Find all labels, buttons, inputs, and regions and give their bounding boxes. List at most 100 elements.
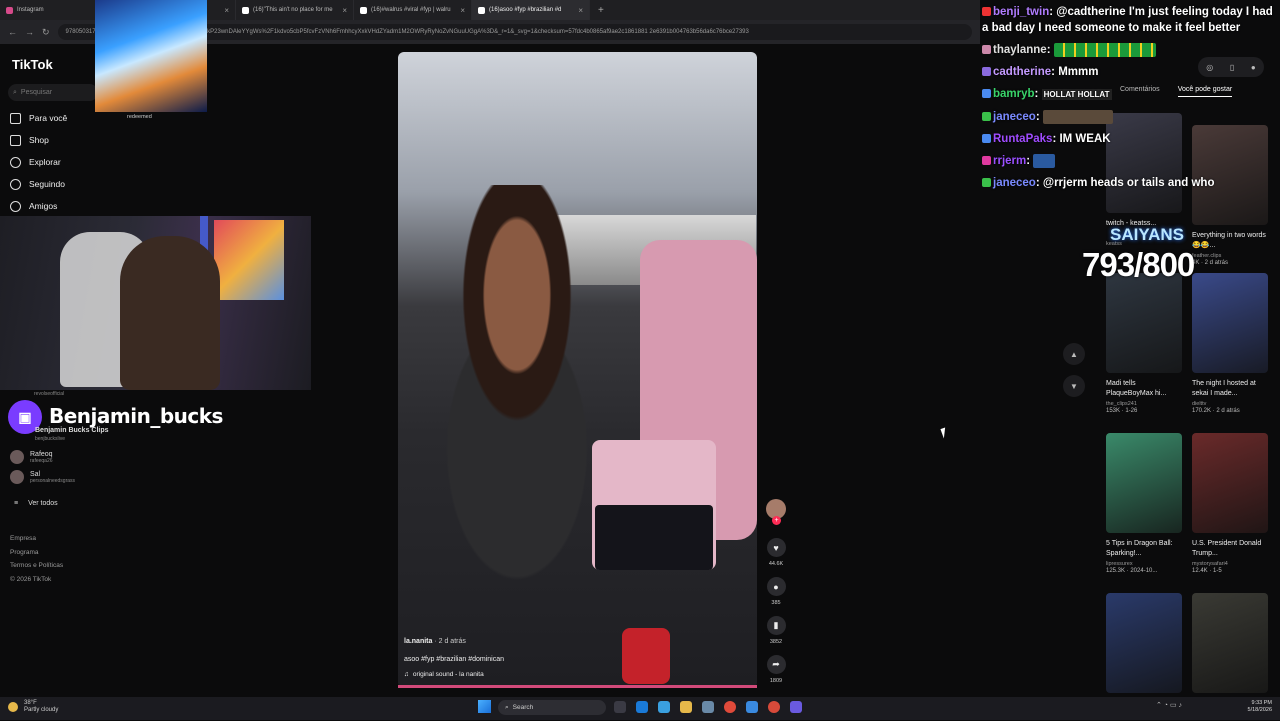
steam-icon[interactable]: [746, 701, 758, 713]
back-icon[interactable]: ←: [8, 27, 17, 37]
close-icon[interactable]: ×: [342, 6, 347, 15]
see-all-link[interactable]: ≡ Ver todos: [14, 500, 58, 507]
video-card[interactable]: 5 Tips in Dragon Ball: Sparking!... lipre…: [1106, 433, 1182, 574]
chevron-down-icon: ▼: [1070, 381, 1078, 391]
browser-tab[interactable]: (16)#walrus #viral #fyp | walru ×: [354, 0, 472, 20]
streamer-name: Benjamin_bucks: [49, 404, 223, 428]
task-view-icon[interactable]: [614, 701, 626, 713]
browser-tab-active[interactable]: (16)asoo #fyp #brazilian #d ×: [472, 0, 590, 20]
previous-video-button[interactable]: ▲: [1063, 343, 1085, 365]
nav-item-following[interactable]: Seguindo: [10, 175, 65, 193]
video-card-title: 5 Tips in Dragon Ball: Sparking!...: [1106, 540, 1173, 557]
badge-icon: [982, 134, 991, 144]
video-card-stats: 170.2K · 2 d atrás: [1192, 408, 1240, 414]
nav-item-friends[interactable]: Amigos: [10, 197, 57, 215]
browser-icon[interactable]: [658, 701, 670, 713]
video-thumbnail[interactable]: [1192, 273, 1268, 373]
following-account[interactable]: Sal personalneedsgrass: [10, 470, 75, 484]
video-thumbnail[interactable]: [1106, 273, 1182, 373]
chat-message: janeceo:: [982, 109, 1280, 125]
footer-link[interactable]: Programa: [10, 546, 63, 560]
search-input[interactable]: ⌕ Pesquisar: [8, 84, 98, 101]
video-thumbnail[interactable]: [1106, 593, 1182, 693]
chat-message: bamryb: HOLLAT HOLLAT: [982, 86, 1280, 103]
save-count: 3852: [769, 639, 783, 645]
taskbar-search[interactable]: ⌕ Search: [498, 700, 606, 715]
clock[interactable]: 9:33 PM 5/18/2026: [1236, 700, 1272, 714]
video-thumbnail[interactable]: [1192, 433, 1268, 533]
tiktok-icon: [478, 6, 485, 14]
video-thumbnail[interactable]: [1192, 593, 1268, 693]
share-count: 1809: [769, 678, 783, 684]
mouse-cursor: [940, 427, 949, 439]
share-icon[interactable]: ➦: [766, 655, 786, 674]
weather-widget[interactable]: 38°F Partly cloudy: [8, 700, 58, 714]
video-card-author: mystorysafari4: [1192, 561, 1228, 567]
video-thumbnail[interactable]: [1106, 433, 1182, 533]
close-icon[interactable]: ×: [578, 6, 583, 15]
friends-icon: [10, 200, 21, 212]
comment-icon[interactable]: ●: [766, 577, 786, 596]
browser-tab[interactable]: (16)"This ain't no place for me ×: [236, 0, 354, 20]
tiktok-logo[interactable]: TikTok: [12, 57, 53, 72]
copyright: © 2026 TikTok: [10, 575, 52, 583]
footer-link[interactable]: Termos e Políticas: [10, 559, 63, 573]
video-card-author: feather.clips: [1192, 253, 1222, 259]
video-card-stats: 125.3K · 2024-10...: [1106, 568, 1158, 574]
edge-icon[interactable]: [636, 701, 648, 713]
video-card[interactable]: Madi tells PlaqueBoyMax hi... the_clips24…: [1106, 273, 1182, 414]
chrome-icon[interactable]: [768, 701, 780, 713]
video-card-stats: 4K · 2 d atrás: [1192, 260, 1229, 266]
badge-icon: [982, 45, 991, 55]
video-caption[interactable]: asoo #fyp #brazilian #dominican: [404, 656, 504, 663]
follow-plus-icon[interactable]: +: [772, 516, 781, 525]
emote-image: [1042, 109, 1113, 124]
clips-account-handle: benjbuckslive: [35, 436, 66, 442]
chrome-icon[interactable]: [724, 701, 736, 713]
tiktok-icon: [360, 6, 367, 14]
bookmark-icon[interactable]: ▮: [766, 616, 786, 635]
video-sound[interactable]: ♫ original sound - la nanita: [404, 671, 484, 678]
chat-message: cadtherine: Mmmm: [982, 64, 1280, 80]
weather-icon: [8, 702, 18, 712]
file-explorer-icon[interactable]: [680, 701, 692, 713]
goku-overlay-image: [95, 0, 207, 112]
video-card-author: dielttv: [1192, 401, 1207, 407]
nav-item-shop[interactable]: Shop: [10, 131, 49, 149]
heart-icon[interactable]: ♥: [766, 538, 786, 557]
video-progress-bar[interactable]: [398, 685, 757, 688]
close-icon[interactable]: ×: [460, 6, 465, 15]
badge-icon: [982, 156, 991, 166]
close-icon[interactable]: ×: [224, 6, 229, 15]
discord-icon[interactable]: [790, 701, 802, 713]
share-action: ➦ 1809: [766, 655, 786, 684]
following-account[interactable]: Rafeoq rafeeqa26: [10, 450, 75, 464]
forward-icon[interactable]: →: [25, 27, 34, 37]
webcam-poster: [214, 220, 284, 300]
next-video-button[interactable]: ▼: [1063, 375, 1085, 397]
nav-item-explore[interactable]: Explorar: [10, 153, 61, 171]
video-card[interactable]: The night I hosted at sekai I made... die…: [1192, 273, 1268, 414]
video-time: · 2 d atrás: [434, 638, 466, 645]
system-tray[interactable]: ⌃ ◔ ▭ ♪: [1156, 701, 1216, 713]
compass-icon: [10, 156, 21, 168]
video-card-stats: 153K · 1-26: [1106, 408, 1138, 414]
sidebar-footer: Empresa Programa Termos e Políticas © 20…: [10, 532, 63, 586]
video-card[interactable]: U.S. President Donald Trump... mystorysaf…: [1192, 433, 1268, 574]
settings-icon[interactable]: [702, 701, 714, 713]
nav-item-for-you[interactable]: Para você: [10, 109, 67, 127]
goal-counter: 793/800: [1082, 246, 1195, 283]
reload-icon[interactable]: ↻: [42, 27, 50, 38]
chat-message: rrjerm:: [982, 153, 1280, 169]
list-icon: ≡: [14, 500, 19, 507]
search-icon: ⌕: [505, 703, 509, 711]
video-author[interactable]: la.nanita · 2 d atrás: [404, 638, 466, 645]
new-tab-button[interactable]: +: [590, 5, 612, 16]
brazil-flag-emote: [1053, 42, 1156, 57]
footer-link[interactable]: Empresa: [10, 532, 63, 546]
redeem-caption: redeemed: [127, 114, 152, 120]
chat-message: benji_twin: @cadtherine I'm just feeling…: [982, 6, 1273, 34]
emote-image: [1033, 153, 1056, 168]
stream-chat: benji_twin: @cadtherine I'm just feeling…: [982, 4, 1280, 197]
windows-start-icon[interactable]: [478, 700, 491, 713]
